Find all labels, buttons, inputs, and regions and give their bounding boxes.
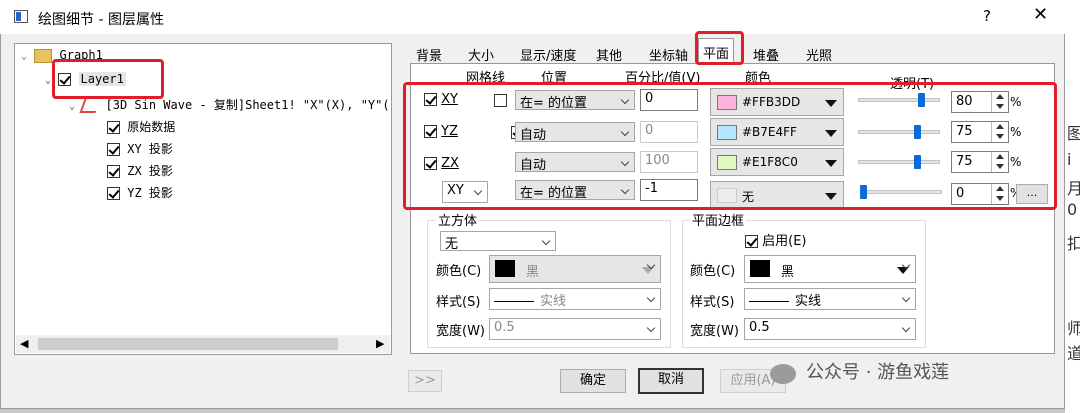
frame-color-value: 黑 — [781, 265, 795, 280]
cube-style-dropdown[interactable]: 实线 — [489, 288, 661, 310]
highlight-planes-tab — [695, 31, 744, 65]
cube-color-label: 颜色(C) — [436, 264, 482, 279]
frame-color-dropdown[interactable]: 黑 — [744, 255, 916, 283]
tree-item-child[interactable]: ZX 投影 — [107, 162, 173, 179]
cube-style-value: 实线 — [540, 294, 567, 309]
cube-width-dropdown[interactable]: 0.5 — [489, 318, 661, 340]
window-icon — [14, 10, 28, 23]
frame-style-dropdown[interactable]: 实线 — [744, 288, 916, 310]
tab-background[interactable]: 背景 — [416, 45, 442, 65]
highlight-planes-grid — [403, 82, 1057, 210]
dropdown-arrow-icon — [897, 267, 909, 274]
cube-color-value: 黑 — [526, 265, 540, 280]
frame-enable[interactable]: 启用(E) — [745, 230, 807, 249]
close-button[interactable]: ✕ — [1033, 4, 1048, 25]
help-button[interactable]: ? — [983, 7, 991, 25]
collapse-icon: ⌄ — [45, 75, 52, 86]
frame-style-label: 样式(S) — [690, 295, 735, 310]
color-swatch — [495, 260, 515, 277]
cube-dropdown[interactable]: 无 — [440, 231, 556, 251]
cube-color-dropdown[interactable]: 黑 — [489, 255, 661, 283]
highlight-layer — [52, 59, 164, 99]
frame-enable-checkbox[interactable] — [745, 235, 758, 248]
line-preview — [749, 301, 789, 302]
tab-stack[interactable]: 堆叠 — [753, 45, 779, 65]
cube-style-label: 样式(S) — [436, 295, 481, 310]
tree-child-label: 原始数据 — [127, 120, 176, 134]
frame-style-value: 实线 — [795, 294, 822, 309]
expand-button[interactable]: >> — [408, 370, 442, 392]
child-checkbox[interactable] — [107, 143, 120, 156]
scroll-right-icon[interactable]: ▶ — [376, 337, 384, 350]
frame-enable-label: 启用(E) — [762, 234, 807, 249]
tree-child-label: ZX 投影 — [127, 164, 173, 178]
tab-other[interactable]: 其他 — [596, 45, 622, 65]
color-swatch — [750, 260, 770, 277]
background-document-strip: 图i月0扣师道 — [1065, 0, 1080, 413]
frame-width-label: 宽度(W) — [690, 324, 739, 339]
tree-child-label: XY 投影 — [127, 142, 173, 156]
tree-child-label: YZ 投影 — [127, 186, 173, 200]
child-checkbox[interactable] — [107, 165, 120, 178]
cube-group-title: 立方体 — [436, 210, 480, 229]
tab-display-speed[interactable]: 显示/速度 — [520, 45, 576, 65]
collapse-icon: ⌄ — [21, 51, 28, 62]
watermark: 公众号 · 游鱼戏莲 — [806, 362, 950, 383]
tree-item-child[interactable]: 原始数据 — [107, 118, 175, 135]
window-title: 绘图细节 - 图层属性 — [38, 12, 164, 28]
tree-plot-label: [3D Sin Wave - 复制]Sheet1! "X"(X), "Y"( — [105, 98, 390, 112]
dropdown-arrow-icon — [642, 267, 654, 274]
frame-color-label: 颜色(C) — [690, 264, 736, 279]
collapse-icon: ⌄ — [69, 101, 76, 112]
child-checkbox[interactable] — [107, 121, 120, 134]
tab-axes[interactable]: 坐标轴 — [649, 45, 688, 65]
wechat-icon — [770, 364, 796, 384]
cube-width-label: 宽度(W) — [436, 324, 485, 339]
tab-lighting[interactable]: 光照 — [806, 45, 832, 65]
scrollbar-thumb[interactable] — [38, 338, 338, 350]
folder-icon — [34, 48, 53, 63]
tree-item-child[interactable]: YZ 投影 — [107, 184, 173, 201]
line-preview — [494, 301, 534, 302]
frame-group-title: 平面边框 — [690, 210, 747, 229]
tab-size[interactable]: 大小 — [468, 45, 494, 65]
plot-icon — [79, 98, 101, 113]
cancel-button[interactable]: 取消 — [638, 368, 704, 394]
scroll-left-icon[interactable]: ◀ — [20, 337, 28, 350]
ok-button[interactable]: 确定 — [560, 369, 626, 393]
tree-item-child[interactable]: XY 投影 — [107, 140, 173, 157]
frame-width-dropdown[interactable]: 0.5 — [744, 318, 916, 340]
child-checkbox[interactable] — [107, 187, 120, 200]
